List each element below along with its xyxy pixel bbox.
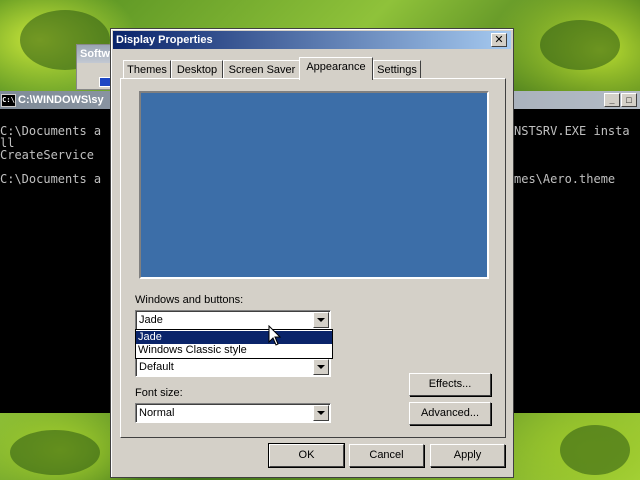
color-scheme-select[interactable]: Default <box>135 357 331 377</box>
font-size-label: Font size: <box>135 387 183 399</box>
wallpaper-leaf-shadow <box>10 430 100 475</box>
windows-buttons-value: Jade <box>139 314 163 326</box>
tab-desktop[interactable]: Desktop <box>171 60 223 79</box>
font-size-value: Normal <box>139 407 175 419</box>
font-size-select[interactable]: Normal <box>135 403 331 423</box>
ok-button[interactable]: OK <box>268 443 345 468</box>
dropdown-option-classic[interactable]: Windows Classic style <box>136 344 332 357</box>
color-scheme-value: Default <box>139 361 174 373</box>
mouse-pointer-icon <box>268 325 282 346</box>
advanced-button[interactable]: Advanced... <box>409 402 491 425</box>
console-line: C:\Documents a <box>0 124 102 138</box>
tab-screen-saver[interactable]: Screen Saver <box>223 60 301 79</box>
apply-button[interactable]: Apply <box>430 444 505 467</box>
dropdown-option-jade[interactable]: Jade <box>136 331 332 344</box>
cancel-button[interactable]: Cancel <box>349 444 424 467</box>
minimize-button[interactable]: _ <box>604 93 620 107</box>
windows-buttons-dropdown-list[interactable]: Jade Windows Classic style <box>135 329 333 359</box>
wallpaper-leaf-shadow <box>540 20 620 70</box>
close-button[interactable]: ✕ <box>491 33 507 47</box>
console-title: C:\WINDOWS\sy <box>18 94 104 106</box>
chevron-down-icon[interactable] <box>313 405 329 421</box>
wallpaper-leaf-shadow <box>560 425 630 475</box>
maximize-button[interactable]: □ <box>621 93 637 107</box>
chevron-down-icon[interactable] <box>313 312 329 328</box>
windows-buttons-label: Windows and buttons: <box>135 294 244 306</box>
console-line: C:\Documents a <box>0 172 102 186</box>
console-line-right: NSTSRV.EXE insta <box>514 124 630 138</box>
console-line: CreateService <box>0 148 94 162</box>
display-properties-dialog[interactable]: Display Properties ✕ Themes Desktop Scre… <box>110 28 514 478</box>
tab-settings[interactable]: Settings <box>373 60 421 79</box>
dialog-title: Display Properties <box>116 34 213 46</box>
command-prompt-icon: C:\ <box>1 94 16 107</box>
tab-appearance[interactable]: Appearance <box>299 57 373 80</box>
effects-button[interactable]: Effects... <box>409 373 491 396</box>
windows-buttons-select[interactable]: Jade <box>135 310 331 330</box>
appearance-panel: Windows and buttons: Jade Default Font s… <box>120 78 506 438</box>
console-line-right: mes\Aero.theme <box>514 172 616 186</box>
dialog-title-bar[interactable]: Display Properties ✕ <box>113 31 511 49</box>
chevron-down-icon[interactable] <box>313 359 329 375</box>
tab-themes[interactable]: Themes <box>123 60 171 79</box>
appearance-preview <box>139 91 489 279</box>
